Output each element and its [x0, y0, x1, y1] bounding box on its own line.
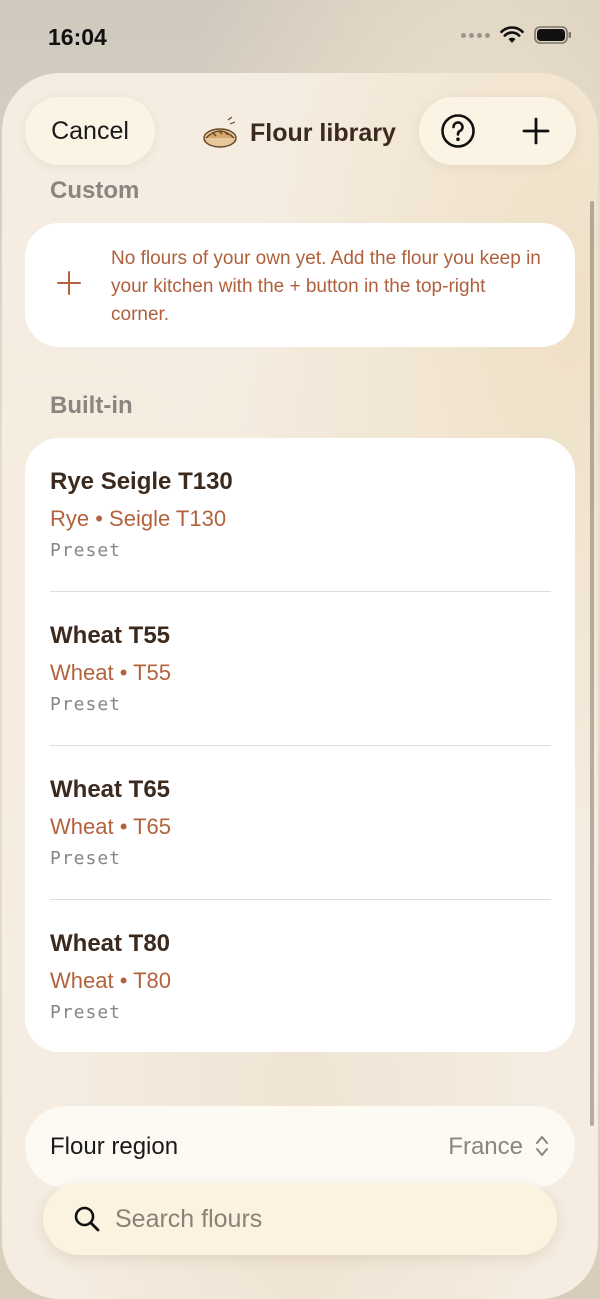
nav-title: Flour library [202, 113, 396, 153]
custom-empty-card: No flours of your own yet. Add the flour… [25, 223, 575, 347]
cancel-button[interactable]: Cancel [25, 97, 155, 165]
flour-region-picker[interactable]: Flour region France [25, 1106, 575, 1188]
custom-empty-text: No flours of your own yet. Add the flour… [111, 248, 541, 325]
scroll-indicator[interactable] [590, 201, 594, 1126]
section-header-builtin: Built-in [50, 392, 133, 419]
search-bar[interactable] [43, 1183, 557, 1255]
status-bar: 16:04 [0, 0, 600, 76]
flour-row[interactable]: Wheat T55 Wheat • T55 Preset [25, 592, 575, 746]
battery-icon [534, 26, 571, 44]
status-time: 16:04 [48, 24, 107, 50]
magnifying-glass-icon [74, 1206, 100, 1232]
flour-row[interactable]: Wheat T80 Wheat • T80 Preset [25, 900, 575, 1054]
chevron-up-down-icon [536, 1136, 548, 1156]
flour-subtitle: Wheat • T55 [50, 660, 172, 685]
section-header-custom: Custom [50, 177, 140, 204]
help-button[interactable] [419, 97, 497, 165]
flour-subtitle: Wheat • T65 [50, 814, 172, 839]
flour-subtitle: Wheat • T80 [50, 968, 172, 993]
flour-tag: Preset [50, 540, 122, 561]
plus-icon [57, 271, 81, 295]
flour-subtitle: Rye • Seigle T130 [50, 506, 227, 531]
flour-row[interactable]: Wheat T65 Wheat • T65 Preset [25, 746, 575, 900]
flour-region-label: Flour region [50, 1133, 179, 1160]
flour-library-sheet: Cancel Flour library Custom No flours of… [2, 73, 598, 1299]
flour-name: Wheat T80 [50, 930, 171, 957]
page-title: Flour library [250, 118, 396, 147]
flour-tag: Preset [50, 848, 122, 869]
question-circle-icon [441, 114, 475, 148]
flour-tag: Preset [50, 694, 122, 715]
add-flour-button[interactable] [497, 97, 575, 165]
search-input[interactable] [115, 1183, 535, 1255]
bread-icon [203, 116, 237, 148]
flour-name: Wheat T65 [50, 776, 171, 803]
flour-row[interactable]: Rye Seigle T130 Rye • Seigle T130 Preset [25, 438, 575, 592]
flour-tag: Preset [50, 1002, 122, 1023]
cellular-signal-icon [461, 32, 490, 38]
plus-icon [522, 117, 550, 145]
flour-name: Wheat T55 [50, 622, 171, 649]
wifi-icon [500, 26, 524, 43]
flour-region-value: France [448, 1133, 523, 1160]
toolbar-right-group [419, 97, 576, 165]
builtin-flour-list: Rye Seigle T130 Rye • Seigle T130 Preset… [25, 438, 575, 1052]
flour-name: Rye Seigle T130 [50, 468, 233, 495]
status-icons [461, 26, 572, 44]
